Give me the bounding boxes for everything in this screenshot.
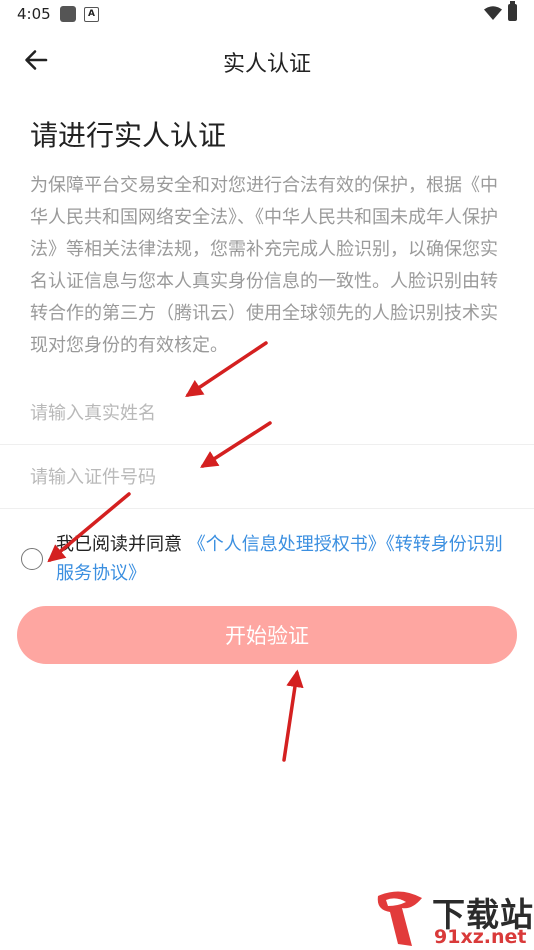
status-bar: 4:05 A — [0, 0, 534, 28]
wifi-icon — [484, 6, 502, 20]
name-field — [0, 380, 534, 446]
start-verification-button[interactable]: 开始验证 — [17, 606, 517, 664]
agreement-prefix: 我已阅读并同意 — [56, 534, 182, 555]
agreement-text: 我已阅读并同意 《个人信息处理授权书》《转转身份识别服务协议》 — [56, 530, 516, 588]
notification-square-icon — [60, 6, 76, 22]
page-title: 实人认证 — [222, 52, 311, 77]
watermark-url: 91xz.net — [434, 926, 527, 948]
battery-icon — [508, 1, 517, 21]
a-icon: A — [84, 7, 99, 22]
watermark: 下载站 91xz.net — [372, 888, 534, 950]
agreement-radio[interactable] — [21, 548, 43, 570]
id-number-input[interactable] — [28, 444, 512, 510]
name-input[interactable] — [28, 380, 512, 446]
description-text: 为保障平台交易安全和对您进行合法有效的保护，根据《中华人民共和国网络安全法》、《… — [30, 175, 498, 356]
status-time: 4:05 — [17, 5, 51, 23]
section-heading: 请进行实人认证 — [30, 119, 227, 152]
nav-bar: 实人认证 — [0, 34, 534, 86]
annotation-arrow — [282, 669, 304, 762]
id-field — [0, 444, 534, 510]
privacy-authorization-link[interactable]: 《个人信息处理授权书》 — [188, 534, 386, 555]
watermark-logo-icon — [377, 891, 422, 946]
